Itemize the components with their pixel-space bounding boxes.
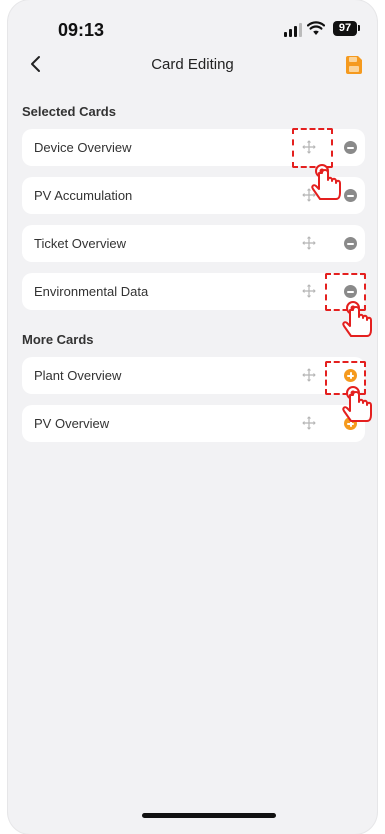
card-label: Ticket Overview <box>34 236 126 251</box>
battery-tip <box>358 25 360 31</box>
selected-cards-heading: Selected Cards <box>22 104 116 119</box>
add-card-button[interactable] <box>344 369 357 382</box>
drag-handle-icon[interactable] <box>302 416 316 430</box>
save-icon[interactable] <box>343 54 365 76</box>
card-label: PV Accumulation <box>34 188 133 203</box>
remove-card-button[interactable] <box>344 237 357 250</box>
signal-icon <box>284 23 302 37</box>
card-label: Environmental Data <box>34 284 149 299</box>
page-title: Card Editing <box>151 56 234 73</box>
more-cards-heading: More Cards <box>22 332 94 347</box>
drag-handle-icon[interactable] <box>302 368 316 382</box>
drag-handle-icon[interactable] <box>302 188 316 202</box>
nav-bar: Card Editing <box>8 48 377 82</box>
remove-card-button[interactable] <box>344 141 357 154</box>
phone-screen: 09:13 97 Card Editing Selected Cards Dev… <box>8 0 377 834</box>
card-row: Environmental Data <box>22 273 365 310</box>
remove-card-button[interactable] <box>344 285 357 298</box>
home-indicator[interactable] <box>142 813 276 818</box>
card-row: Ticket Overview <box>22 225 365 262</box>
card-row: PV Accumulation <box>22 177 365 214</box>
drag-handle-icon[interactable] <box>302 284 316 298</box>
card-label: Plant Overview <box>34 368 122 383</box>
remove-card-button[interactable] <box>344 189 357 202</box>
card-row: PV Overview <box>22 405 365 442</box>
card-label: Device Overview <box>34 140 132 155</box>
card-label: PV Overview <box>34 416 110 431</box>
drag-handle-icon[interactable] <box>302 140 316 154</box>
card-row: Device Overview <box>22 129 365 166</box>
drag-handle-icon[interactable] <box>302 236 316 250</box>
wifi-icon <box>307 21 325 35</box>
card-row: Plant Overview <box>22 357 365 394</box>
battery-indicator: 97 <box>333 21 357 36</box>
add-card-button[interactable] <box>344 417 357 430</box>
status-time: 09:13 <box>58 20 105 40</box>
